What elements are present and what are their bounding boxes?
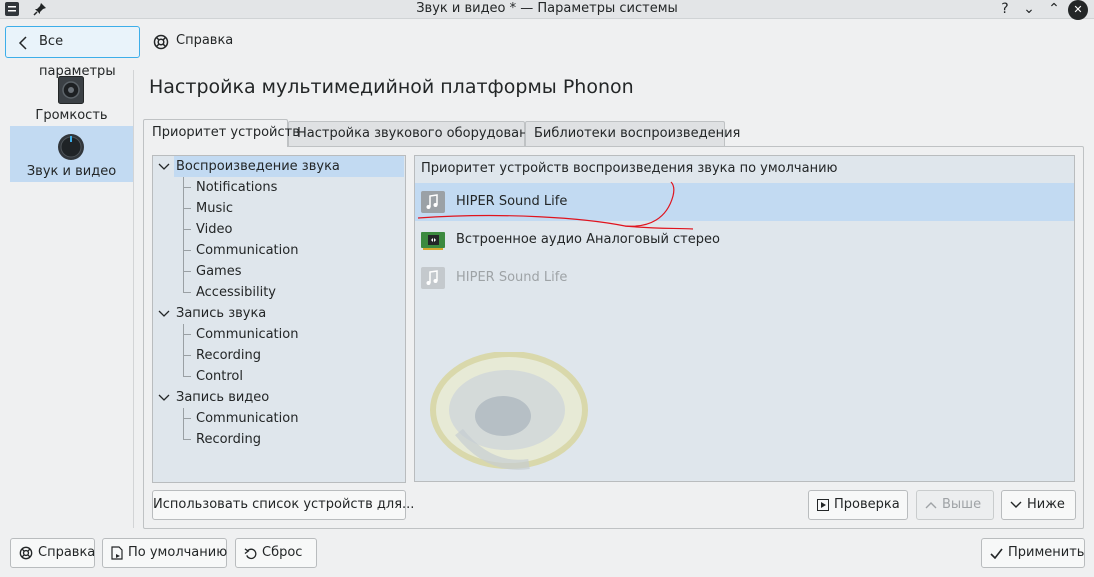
tree-group-playback[interactable]: Воспроизведение звука <box>153 156 405 177</box>
move-down-label: Ниже <box>1027 497 1065 512</box>
apply-button[interactable]: Применить <box>981 538 1085 568</box>
tab-backends[interactable]: Библиотеки воспроизведения <box>525 121 740 146</box>
tree-item-label: Music <box>196 201 233 216</box>
apply-label: Применить <box>1008 545 1085 560</box>
tab-device-priority[interactable]: Приоритет устройств <box>143 119 300 147</box>
tree-item-label: Recording <box>196 348 262 363</box>
tree-item[interactable]: Accessibility <box>153 282 405 303</box>
help-titlebar-button[interactable]: ? <box>996 0 1014 18</box>
chevron-down-icon[interactable] <box>158 156 170 177</box>
move-up-button[interactable]: Выше <box>916 490 994 520</box>
title-bar: Звук и видео * — Параметры системы ? ⌄ ⌃… <box>0 0 1094 20</box>
reset-button[interactable]: Сброс <box>235 538 317 568</box>
play-box-icon <box>817 499 829 511</box>
sidebar-separator <box>133 70 134 528</box>
tree-item[interactable]: Recording <box>153 429 405 450</box>
device-list[interactable]: Приоритет устройств воспроизведения звук… <box>414 155 1075 482</box>
move-up-label: Выше <box>942 497 982 512</box>
tree-item-label: Video <box>196 222 233 237</box>
chevron-down-icon <box>1010 501 1022 508</box>
defaults-label: По умолчанию <box>128 545 228 560</box>
help-label: Справка <box>38 545 96 560</box>
sidebar-item-sound-video[interactable]: Звук и видео <box>10 126 133 182</box>
tab-audio-hardware[interactable]: Настройка звукового оборудования <box>288 121 544 146</box>
tree-group-label: Запись видео <box>176 390 270 405</box>
test-button[interactable]: Проверка <box>808 490 908 520</box>
category-tree[interactable]: Воспроизведение звука Notifications Musi… <box>152 155 406 483</box>
lifebuoy-icon <box>19 546 33 560</box>
tree-item-label: Communication <box>196 243 299 258</box>
tree-item[interactable]: Control <box>153 366 405 387</box>
close-button[interactable]: ✕ <box>1068 0 1088 20</box>
tree-item[interactable]: Notifications <box>153 177 405 198</box>
page-title: Настройка мультимедийной платформы Phono… <box>149 76 634 98</box>
tree-item-label: Recording <box>196 432 262 447</box>
sidebar-item-sound-video-label: Звук и видео <box>26 164 117 179</box>
defaults-button[interactable]: По умолчанию <box>102 538 227 568</box>
help-toolbar-button[interactable]: Справка <box>145 26 235 58</box>
tree-item-label: Communication <box>196 327 299 342</box>
tree-item-label: Games <box>196 264 242 279</box>
speaker-icon <box>58 76 84 104</box>
minimize-button[interactable]: ⌄ <box>1020 0 1038 18</box>
maximize-button[interactable]: ⌃ <box>1045 0 1063 18</box>
undo-icon <box>244 547 257 559</box>
help-button[interactable]: Справка <box>10 538 95 568</box>
use-device-list-button[interactable]: Использовать список устройств для... <box>152 490 414 520</box>
tree-item[interactable]: Video <box>153 219 405 240</box>
reset-label: Сброс <box>262 545 303 560</box>
tree-item[interactable]: Communication <box>153 408 405 429</box>
tree-item-label: Notifications <box>196 180 278 195</box>
tree-item-label: Communication <box>196 411 299 426</box>
chevron-down-icon[interactable] <box>158 303 170 324</box>
help-toolbar-label: Справка <box>176 33 234 48</box>
tree-group-video-capture[interactable]: Запись видео <box>153 387 405 408</box>
tree-item-label: Control <box>196 369 243 384</box>
tree-item[interactable]: Music <box>153 198 405 219</box>
sidebar-item-volume-label: Громкость <box>35 108 108 123</box>
window-title: Звук и видео * — Параметры системы <box>416 1 678 16</box>
use-device-list-label: Использовать список устройств для... <box>153 497 415 512</box>
lifebuoy-icon <box>153 34 169 50</box>
tree-item-label: Accessibility <box>196 285 276 300</box>
sidebar: Громкость Звук и видео <box>10 70 134 528</box>
knob-icon <box>58 134 84 160</box>
chevron-down-icon[interactable] <box>158 387 170 408</box>
tree-group-label: Запись звука <box>176 306 267 321</box>
checkmark-icon <box>990 548 1003 559</box>
document-icon <box>111 546 123 560</box>
tree-item[interactable]: Recording <box>153 345 405 366</box>
tree-group-capture[interactable]: Запись звука <box>153 303 405 324</box>
test-label: Проверка <box>834 497 900 512</box>
tree-item[interactable]: Communication <box>153 240 405 261</box>
sidebar-item-volume[interactable]: Громкость <box>10 70 133 126</box>
tree-group-label: Воспроизведение звука <box>174 156 404 177</box>
red-annotation-stroke <box>417 181 694 230</box>
tree-item[interactable]: Communication <box>153 324 405 345</box>
chevron-up-icon <box>925 502 937 509</box>
move-down-button[interactable]: Ниже <box>1001 490 1076 520</box>
tree-item[interactable]: Games <box>153 261 405 282</box>
all-settings-button[interactable]: Все параметры <box>5 26 140 79</box>
chevron-left-icon <box>18 36 27 50</box>
